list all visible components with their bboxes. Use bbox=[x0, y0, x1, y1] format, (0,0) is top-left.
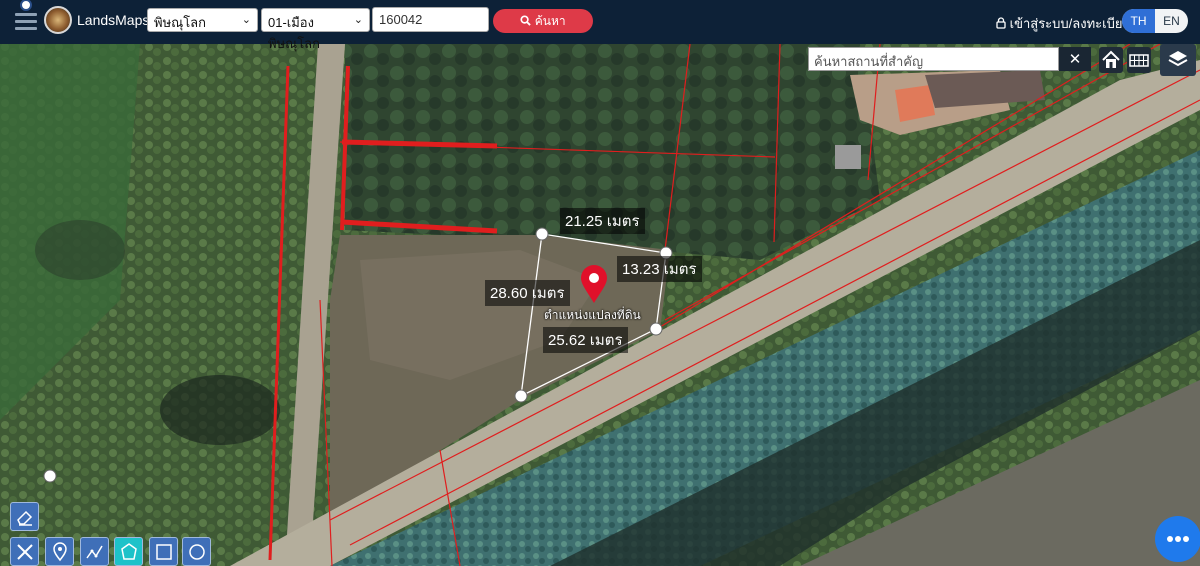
polygon-icon bbox=[121, 543, 137, 560]
login-link[interactable]: เข้าสู่ระบบ/ลงทะเบียน bbox=[996, 13, 1131, 34]
layers-icon bbox=[1168, 51, 1188, 67]
grid-icon bbox=[1129, 54, 1149, 67]
circle-tool-button[interactable] bbox=[182, 537, 211, 566]
top-navigation-bar: LandsMaps พิษณุโลก ⌄ 01-เมืองพิษณุโลก ⌄ … bbox=[0, 0, 1200, 51]
language-toggle: TH EN bbox=[1122, 9, 1188, 33]
lang-th-button[interactable]: TH bbox=[1122, 9, 1155, 33]
place-search-input[interactable]: ค้นหาสถานที่สำคัญ bbox=[808, 47, 1059, 71]
ruler-icon bbox=[17, 544, 33, 560]
district-select-value: 01-เมืองพิษณุโลก bbox=[268, 15, 321, 51]
search-button-label: ค้นหา bbox=[534, 14, 566, 28]
polygon-tool-button[interactable] bbox=[114, 537, 143, 566]
province-select[interactable]: พิษณุโลก ⌄ bbox=[147, 8, 258, 32]
chat-icon bbox=[1167, 536, 1189, 542]
layers-button[interactable] bbox=[1160, 44, 1196, 76]
marker-tool-button[interactable] bbox=[45, 537, 74, 566]
lock-icon bbox=[996, 17, 1006, 29]
eraser-tool-button[interactable] bbox=[10, 502, 39, 531]
chevron-down-icon: ⌄ bbox=[353, 14, 363, 26]
location-pin-icon bbox=[53, 542, 67, 562]
map-imagery bbox=[0, 44, 1200, 566]
app-logo[interactable] bbox=[44, 6, 72, 34]
parcel-marker-label: ตำแหน่งแปลงที่ดิน bbox=[544, 308, 641, 322]
eraser-icon bbox=[17, 510, 33, 526]
home-button[interactable] bbox=[1099, 47, 1123, 73]
grid-button[interactable] bbox=[1127, 47, 1151, 73]
rectangle-tool-button[interactable] bbox=[149, 537, 178, 566]
chevron-down-icon: ⌄ bbox=[241, 14, 251, 26]
lang-en-button[interactable]: EN bbox=[1155, 9, 1188, 33]
satellite-map[interactable]: 21.25 เมตร 13.23 เมตร 28.60 เมตร 25.62 เ… bbox=[0, 44, 1200, 566]
measurement-label-top: 21.25 เมตร bbox=[560, 208, 645, 234]
measurement-label-right: 13.23 เมตร bbox=[617, 256, 702, 282]
polyline-icon bbox=[86, 545, 103, 559]
chat-button[interactable] bbox=[1155, 516, 1200, 562]
rectangle-icon bbox=[156, 544, 172, 560]
measurement-label-left: 28.60 เมตร bbox=[485, 280, 570, 306]
hamburger-icon[interactable] bbox=[15, 9, 37, 31]
clear-search-button[interactable]: ✕ bbox=[1059, 47, 1091, 71]
login-label: เข้าสู่ระบบ/ลงทะเบียน bbox=[1009, 16, 1132, 31]
brand-name: LandsMaps bbox=[77, 12, 150, 28]
province-select-value: พิษณุโลก bbox=[154, 15, 207, 30]
circle-icon bbox=[189, 544, 205, 560]
polyline-tool-button[interactable] bbox=[80, 537, 109, 566]
home-icon bbox=[1102, 50, 1120, 68]
search-icon bbox=[520, 15, 532, 26]
parcel-number-input[interactable]: 160042 bbox=[372, 7, 489, 32]
measure-tool-button[interactable] bbox=[10, 537, 39, 566]
measurement-label-bottom: 25.62 เมตร bbox=[543, 327, 628, 353]
district-select[interactable]: 01-เมืองพิษณุโลก ⌄ bbox=[261, 8, 370, 51]
search-button[interactable]: ค้นหา bbox=[493, 9, 593, 33]
